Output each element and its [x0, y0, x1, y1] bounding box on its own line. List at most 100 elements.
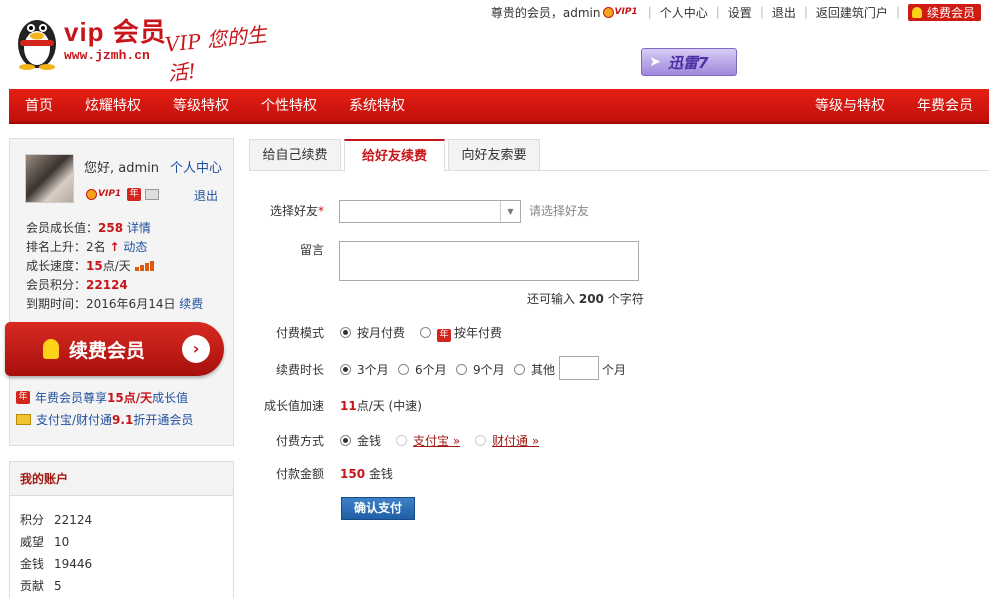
pay-tenpay-label[interactable]: 财付通 »: [492, 434, 539, 448]
growth-speed-value: 11点/天 (中速): [340, 397, 422, 414]
tab-renew-friend[interactable]: 给好友续费: [344, 139, 445, 172]
radio-yearly[interactable]: [420, 327, 431, 338]
nav-custom-privilege[interactable]: 个性特权: [245, 89, 333, 122]
mode-label: 付费模式: [275, 326, 324, 340]
mode-yearly-label: 按年付费: [454, 326, 503, 340]
radio-duration-6[interactable]: [398, 364, 409, 375]
duration-option-other[interactable]: 其他: [514, 361, 555, 378]
top-link-portal[interactable]: 返回建筑门户: [816, 4, 888, 21]
nav-system-privilege[interactable]: 系统特权: [333, 89, 421, 122]
duration-other-input[interactable]: [559, 356, 599, 380]
renew-member-button[interactable]: 续费会员 ›: [5, 322, 224, 376]
duration-option-9[interactable]: 9个月: [456, 361, 505, 378]
duration-unit: 个月: [602, 363, 627, 377]
profile-center-link[interactable]: 个人中心: [170, 157, 222, 176]
account-key: 威望: [20, 535, 45, 549]
top-link-logout[interactable]: 退出: [772, 4, 796, 21]
nav-level-privilege[interactable]: 等级特权: [157, 89, 245, 122]
account-value: 10: [54, 535, 70, 549]
friend-select[interactable]: ▼: [339, 200, 521, 223]
growth-detail-link[interactable]: 详情: [127, 221, 151, 235]
profile-logout-link[interactable]: 退出: [194, 187, 218, 204]
speed-value: 15: [86, 259, 103, 273]
renew-member-label: 续费会员: [69, 339, 146, 362]
profile-badges: VIP1 年: [84, 187, 160, 201]
amount-label: 付款金额: [275, 467, 324, 481]
promo-annual-post: 成长值: [152, 391, 189, 405]
confirm-pay-button[interactable]: 确认支付: [341, 497, 415, 520]
amount-unit: 金钱: [368, 467, 393, 481]
vip-badge: VIP1: [602, 5, 638, 19]
char-remaining: 还可输入 200 个字符: [527, 290, 644, 307]
site-logo[interactable]: vip 会员 www.jzmh.cn VIP 您的生活!: [10, 8, 295, 86]
growth-speed-number: 11: [340, 399, 357, 413]
radio-pay-alipay[interactable]: [396, 435, 407, 446]
mode-monthly-option[interactable]: 按月付费: [340, 324, 405, 341]
promo-discount-link[interactable]: 支付宝/财付通 9.1 折开通会员: [16, 411, 193, 428]
top-renew-button[interactable]: 续费会员: [907, 3, 981, 21]
duration-9-label: 9个月: [473, 363, 505, 377]
account-row: 贡献 5: [20, 575, 233, 597]
profile-hello: 您好, admin: [84, 161, 159, 176]
tab-ask-friend[interactable]: 向好友索要: [448, 139, 540, 171]
promo-annual-link[interactable]: 年 年费会员尊享 15点/天 成长值: [16, 389, 188, 406]
pay-tenpay-option[interactable]: 财付通 »: [475, 432, 539, 449]
expire-value: 2016年6月14日: [86, 297, 176, 311]
radio-pay-money[interactable]: [340, 435, 351, 446]
friend-hint: 请选择好友: [529, 204, 590, 218]
pay-alipay-option[interactable]: 支付宝 »: [396, 432, 460, 449]
radio-pay-tenpay[interactable]: [475, 435, 486, 446]
tab-renew-self[interactable]: 给自己续费: [249, 139, 341, 171]
xunlei-banner[interactable]: ➤ 迅雷7: [641, 48, 737, 76]
speed-unit: 点/天: [102, 259, 131, 273]
vip-crown-icon: [602, 6, 614, 18]
duration-3-label: 3个月: [357, 363, 389, 377]
greeting-text: 尊贵的会员，admin: [490, 5, 601, 20]
annual-badge-icon: 年: [16, 391, 30, 404]
account-key: 积分: [20, 513, 45, 527]
pay-money-label: 金钱: [357, 434, 382, 448]
mode-monthly-label: 按月付费: [357, 326, 406, 340]
logo-title: vip 会员: [64, 17, 167, 47]
message-textarea[interactable]: [339, 241, 639, 281]
remain-pre: 还可输入: [527, 292, 576, 306]
nav-home[interactable]: 首页: [9, 89, 69, 122]
radio-monthly[interactable]: [340, 327, 351, 338]
growth-label: 会员成长值：: [26, 221, 99, 235]
growth-speed-unit: 点/天 (中速): [356, 399, 422, 413]
points-label: 会员积分：: [26, 278, 87, 292]
account-value: 19446: [54, 557, 93, 571]
nav-annual-member[interactable]: 年费会员: [901, 89, 989, 122]
pay-alipay-label[interactable]: 支付宝 »: [413, 434, 460, 448]
nav-level-and-privilege[interactable]: 等级与特权: [799, 89, 901, 122]
nav-show-privilege[interactable]: 炫耀特权: [69, 89, 157, 122]
gift-icon: [145, 188, 160, 200]
top-link-settings[interactable]: 设置: [728, 4, 752, 21]
rank-value: 2名: [86, 240, 106, 254]
duration-label: 续费时长: [275, 363, 324, 377]
speed-label: 成长速度：: [26, 259, 87, 273]
duration-option-3[interactable]: 3个月: [340, 361, 389, 378]
avatar[interactable]: [25, 154, 74, 203]
vip-crown-icon: [86, 188, 97, 200]
payment-card-icon: [16, 414, 31, 425]
account-panel: 我的账户 积分 22124 威望 10 金钱 19446 贡献 5: [9, 461, 234, 598]
duration-option-6[interactable]: 6个月: [398, 361, 447, 378]
promo-discount-highlight: 9.1: [112, 412, 134, 427]
radio-duration-other[interactable]: [514, 364, 525, 375]
radio-duration-9[interactable]: [456, 364, 467, 375]
divider: |: [759, 5, 764, 19]
expire-renew-link[interactable]: 续费: [179, 297, 203, 311]
promo-annual-highlight: 15点/天: [107, 391, 153, 405]
mode-yearly-option[interactable]: 年按年付费: [420, 324, 502, 342]
account-key: 金钱: [20, 557, 45, 571]
rank-label: 排名上升：: [26, 240, 87, 254]
required-mark: *: [318, 204, 324, 218]
chevron-down-icon[interactable]: ▼: [500, 201, 520, 222]
rank-dynamic-link[interactable]: 动态: [123, 240, 147, 254]
radio-duration-3[interactable]: [340, 364, 351, 375]
top-link-personal-center[interactable]: 个人中心: [660, 4, 708, 21]
account-row: 威望 10: [20, 531, 233, 553]
vip-level: VIP1: [98, 189, 122, 199]
pay-money-option[interactable]: 金钱: [340, 432, 381, 449]
